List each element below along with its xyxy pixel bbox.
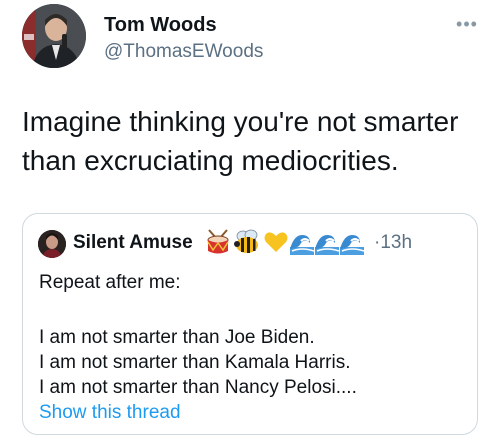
timestamp-value: 13h (380, 232, 413, 253)
quoted-text-line: I am not smarter than Joe Biden. (39, 327, 315, 348)
tweet: Tom Woods @ThomasEWoods ••• Imagine thin… (0, 0, 500, 435)
ellipsis-icon: ••• (456, 14, 478, 34)
drum-icon (207, 229, 229, 254)
show-thread-link[interactable]: Show this thread (39, 402, 181, 424)
profile-photo-icon (22, 4, 86, 68)
author-handle[interactable]: @ThomasEWoods (104, 41, 263, 63)
quoted-timestamp[interactable]: ·13h (374, 232, 412, 254)
wave-icon (315, 235, 339, 255)
quoted-text-line: I am not smarter than Kamala Harris. (39, 352, 351, 373)
author-emoji-group (205, 226, 365, 258)
more-options-button[interactable]: ••• (452, 14, 482, 34)
quoted-author-name[interactable]: Silent Amuse (73, 232, 193, 254)
quoted-tweet[interactable]: Silent Amuse ·13h Repeat after me: I am … (22, 213, 478, 435)
quoted-tweet-text: Repeat after me: I am not smarter than J… (39, 270, 469, 400)
quoted-text-line: I am not smarter than Nancy Pelosi.... (39, 377, 357, 398)
author-name[interactable]: Tom Woods (104, 14, 217, 37)
quoted-author-avatar[interactable] (38, 230, 66, 258)
tweet-text: Imagine thinking you're not smarter than… (22, 106, 459, 176)
author-avatar[interactable] (22, 4, 86, 68)
bee-icon (234, 229, 258, 253)
quoted-text-line: Repeat after me: (39, 272, 181, 293)
yellow-heart-icon (264, 232, 288, 252)
quoted-profile-photo-icon (38, 230, 66, 258)
wave-icon (290, 235, 314, 255)
wave-icon (340, 235, 364, 255)
